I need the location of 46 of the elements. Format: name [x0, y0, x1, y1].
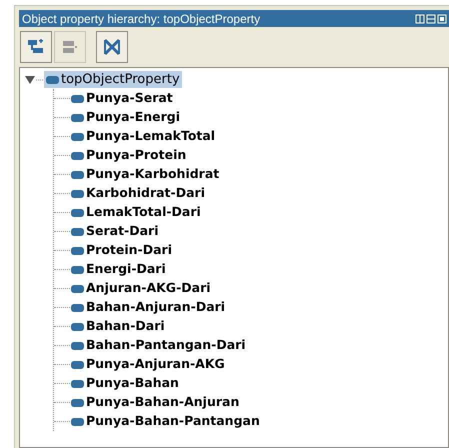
property-icon — [71, 398, 84, 406]
panel-title: Object property hierarchy: topObjectProperty — [22, 10, 260, 28]
property-icon — [71, 380, 84, 388]
hierarchy-add-icon — [27, 39, 45, 55]
tree-item[interactable]: Punya-LemakTotal — [70, 128, 216, 145]
toolbar-button[interactable] — [96, 31, 128, 63]
delete-icon — [103, 38, 121, 56]
tree-item[interactable]: Punya-Bahan — [70, 375, 180, 392]
expand-triangle-icon[interactable] — [24, 74, 44, 84]
property-icon — [46, 76, 59, 84]
tree-item[interactable]: Serat-Dari — [70, 223, 160, 240]
tree-item[interactable]: Punya-Bahan-Pantangan — [70, 413, 261, 430]
tree-item[interactable]: Punya-Protein — [70, 147, 188, 164]
tree-item[interactable]: Bahan-Anjuran-Dari — [70, 299, 226, 316]
property-icon — [71, 246, 84, 254]
property-icon — [71, 190, 84, 198]
property-icon — [71, 94, 84, 102]
property-icon — [71, 170, 84, 178]
property-icon — [71, 152, 84, 160]
property-icon — [71, 304, 84, 312]
tree-item[interactable]: Punya-Bahan-Anjuran — [70, 394, 240, 411]
tree-item[interactable]: Punya-Karbohidrat — [70, 166, 220, 183]
property-icon — [71, 360, 84, 368]
tree-item[interactable]: topObjectProperty — [44, 71, 182, 88]
tree-item[interactable]: Punya-Serat — [70, 90, 174, 107]
hierarchy-sibling-icon — [61, 39, 79, 55]
property-icon — [71, 342, 84, 350]
property-icon — [71, 266, 84, 274]
tree-item[interactable]: LemakTotal-Dari — [70, 204, 202, 221]
tree-item[interactable]: Bahan-Pantangan-Dari — [70, 337, 247, 354]
tree-item[interactable]: Bahan-Dari — [70, 318, 166, 335]
tree-item[interactable]: Protein-Dari — [70, 242, 173, 259]
tree-item[interactable]: Karbohidrat-Dari — [70, 185, 206, 202]
property-icon — [71, 132, 84, 140]
property-icon — [71, 284, 84, 292]
toolbar-button[interactable] — [20, 31, 52, 63]
property-icon — [71, 322, 84, 330]
property-icon — [71, 418, 84, 426]
tree-item[interactable]: Punya-Anjuran-AKG — [70, 356, 226, 373]
tree-item[interactable]: Punya-Energi — [70, 109, 182, 126]
property-icon — [71, 228, 84, 236]
tree-item[interactable]: Energi-Dari — [70, 261, 167, 278]
window-controls-icon[interactable] — [415, 14, 449, 24]
property-icon — [71, 208, 84, 216]
property-icon — [71, 114, 84, 122]
tree-item[interactable]: Anjuran-AKG-Dari — [70, 280, 212, 297]
